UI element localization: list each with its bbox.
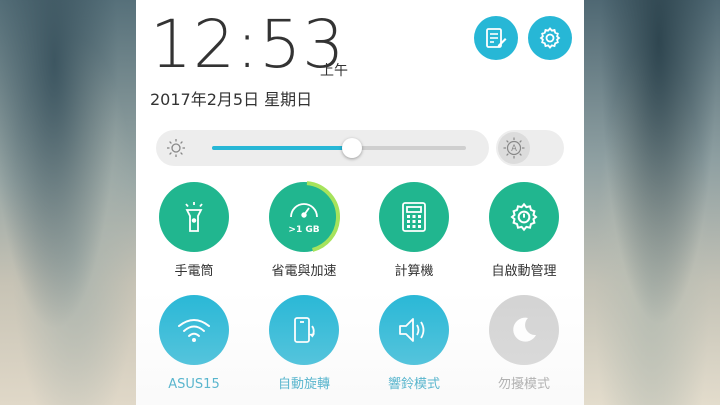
background-right [584,0,720,405]
auto-brightness-knob: A [498,132,530,164]
rotate-icon [294,317,315,343]
auto-brightness-label: A [511,144,517,154]
tile-label: 計算機 [394,264,434,279]
clock-date: 2017年2月5日 星期日 [150,90,313,109]
tile-do-not-disturb-button[interactable] [489,295,559,365]
tile-wifi[interactable]: ASUS15 [139,295,249,393]
tile-label: 自啟動管理 [491,264,557,279]
quick-settings-panel: 12:53 上午 2017年2月5日 星期日 A 手電筒 >1 GB 省電與加速… [136,0,584,405]
settings-button[interactable] [528,16,572,60]
tile-label: 自動旋轉 [277,377,330,392]
tile-label: 手電筒 [174,264,214,279]
brightness-icon [167,139,185,157]
tile-do-not-disturb[interactable]: 勿擾模式 [469,295,579,393]
tile-calculator[interactable]: 計算機 [359,182,469,280]
edit-icon [486,28,507,48]
background-left [0,0,136,405]
boost-ring [268,181,340,253]
auto-brightness-toggle[interactable]: A [496,130,564,166]
tile-label: 勿擾模式 [497,377,550,392]
tile-ringer-button[interactable] [379,295,449,365]
speaker-icon [399,318,425,342]
tile-power-boost[interactable]: >1 GB 省電與加速 [249,181,359,280]
gear-icon [510,202,538,232]
tile-ringer[interactable]: 響鈴模式 [359,295,469,393]
brightness-fill [212,146,352,150]
clock-time: 12:53 [150,6,346,83]
wifi-icon [178,319,210,342]
tile-label: 響鈴模式 [387,377,440,392]
tile-auto-rotate-button[interactable] [269,295,339,365]
tile-flashlight[interactable]: 手電筒 [139,182,249,280]
tile-label: 省電與加速 [271,264,337,279]
tile-label: ASUS15 [168,377,220,392]
brightness-thumb[interactable] [341,138,362,158]
calculator-icon [402,202,426,232]
edit-button[interactable] [474,16,518,60]
moon-icon [513,317,536,342]
tile-power-boost-button[interactable]: >1 GB [268,181,340,253]
tile-flashlight-button[interactable] [159,182,229,252]
tile-auto-rotate[interactable]: 自動旋轉 [249,295,359,393]
gear-icon [539,27,561,49]
clock-ampm: 上午 [320,63,348,79]
auto-brightness-icon: A [503,137,525,159]
tile-autostart-button[interactable] [489,182,559,252]
tile-calculator-button[interactable] [379,182,449,252]
flashlight-icon [185,202,203,232]
tile-autostart[interactable]: 自啟動管理 [469,182,579,280]
brightness-slider[interactable] [156,130,489,166]
tile-wifi-button[interactable] [159,295,229,365]
brightness-bar [212,138,466,158]
